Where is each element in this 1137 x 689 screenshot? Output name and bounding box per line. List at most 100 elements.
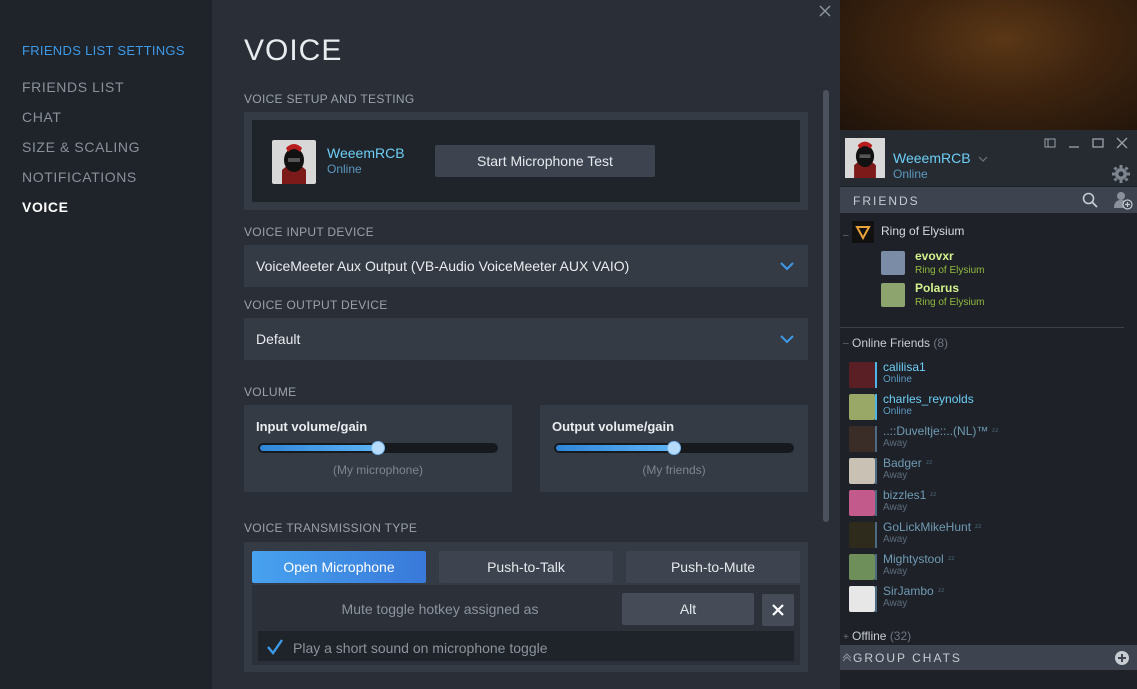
chevron-down-icon xyxy=(780,332,794,346)
voice-output-device-label: VOICE OUTPUT DEVICE xyxy=(244,298,388,312)
friend-status: Away xyxy=(883,470,908,481)
friend-status: Away xyxy=(883,566,908,577)
clear-hotkey-button[interactable] xyxy=(762,594,794,626)
close-icon xyxy=(772,604,784,616)
snooze-icon: ᶻᶻ xyxy=(992,426,999,436)
offline-header[interactable]: Offline (32) xyxy=(852,629,911,643)
status-indicator xyxy=(875,522,877,548)
friends-user-status: Online xyxy=(893,167,928,181)
avatar[interactable] xyxy=(881,251,905,275)
voice-input-device-dropdown[interactable]: VoiceMeeter Aux Output (VB-Audio VoiceMe… xyxy=(244,245,808,287)
close-icon[interactable] xyxy=(1116,137,1128,149)
friend-name[interactable]: evovxr xyxy=(915,249,954,263)
avatar[interactable] xyxy=(845,137,885,179)
collapse-icon[interactable]: – xyxy=(843,230,849,241)
divider xyxy=(840,327,1124,328)
settings-scrollbar[interactable] xyxy=(823,90,829,522)
chevron-up-icon[interactable] xyxy=(842,652,852,662)
online-friends-count: (8) xyxy=(933,336,949,350)
volume-label: VOLUME xyxy=(244,385,297,399)
collapse-icon[interactable]: – xyxy=(843,338,849,349)
start-microphone-test-button[interactable]: Start Microphone Test xyxy=(435,145,655,177)
sidebar-item-size-scaling[interactable]: SIZE & SCALING xyxy=(22,139,140,155)
add-friend-icon[interactable] xyxy=(1113,190,1133,210)
input-volume-knob[interactable] xyxy=(371,441,385,455)
avatar[interactable] xyxy=(849,458,875,484)
friend-name[interactable]: ..::Duveltje::..(NL)™ xyxy=(883,424,988,438)
game-group-title[interactable]: Ring of Elysium xyxy=(881,224,964,238)
output-volume-slider[interactable] xyxy=(554,441,794,455)
voice-output-device-value: Default xyxy=(256,331,301,347)
online-friends-header[interactable]: Online Friends (8) xyxy=(852,336,948,350)
friends-window: WeeemRCB Online FRIENDS – Ring of Elysiu… xyxy=(840,0,1137,689)
friend-name[interactable]: Badger xyxy=(883,456,922,470)
setup-user-name: WeeemRCB xyxy=(327,145,405,161)
desktop-background xyxy=(840,0,1137,130)
settings-window: FRIENDS LIST SETTINGS FRIENDS LIST CHAT … xyxy=(0,0,840,689)
settings-sidebar: FRIENDS LIST SETTINGS FRIENDS LIST CHAT … xyxy=(0,0,212,689)
avatar[interactable] xyxy=(849,554,875,580)
search-icon[interactable] xyxy=(1082,192,1098,208)
popout-icon[interactable] xyxy=(1044,137,1056,149)
voice-input-device-label: VOICE INPUT DEVICE xyxy=(244,225,374,239)
gear-icon[interactable] xyxy=(1111,164,1131,184)
sidebar-item-chat[interactable]: CHAT xyxy=(22,109,61,125)
status-indicator xyxy=(875,458,877,484)
group-chats-bar[interactable]: GROUP CHATS xyxy=(840,645,1137,670)
avatar[interactable] xyxy=(849,394,875,420)
expand-icon[interactable]: + xyxy=(843,632,849,643)
game-icon xyxy=(852,221,874,243)
open-microphone-button[interactable]: Open Microphone xyxy=(252,551,426,583)
avatar[interactable] xyxy=(849,490,875,516)
toggle-sound-label: Play a short sound on microphone toggle xyxy=(293,640,548,656)
output-volume-knob[interactable] xyxy=(667,441,681,455)
chevron-down-icon[interactable] xyxy=(978,154,988,164)
hotkey-label: Mute toggle hotkey assigned as xyxy=(341,601,539,617)
chevron-down-icon xyxy=(780,259,794,273)
input-volume-subtitle: (My microphone) xyxy=(332,463,424,477)
friend-name[interactable]: charles_reynolds xyxy=(883,392,974,406)
friend-name[interactable]: bizzles1 xyxy=(883,488,926,502)
input-volume-title: Input volume/gain xyxy=(256,419,368,434)
status-indicator xyxy=(875,490,877,516)
status-indicator xyxy=(875,362,877,388)
voice-transmission-label: VOICE TRANSMISSION TYPE xyxy=(244,521,418,535)
maximize-icon[interactable] xyxy=(1092,137,1104,149)
friend-status: Away xyxy=(883,534,908,545)
sidebar-item-friends-list[interactable]: FRIENDS LIST xyxy=(22,79,124,95)
avatar[interactable] xyxy=(849,426,875,452)
friend-name[interactable]: calilisa1 xyxy=(883,360,926,374)
friends-user-name[interactable]: WeeemRCB xyxy=(893,150,971,166)
status-indicator xyxy=(875,394,877,420)
voice-output-device-dropdown[interactable]: Default xyxy=(244,318,808,360)
push-to-talk-button[interactable]: Push-to-Talk xyxy=(439,551,613,583)
output-volume-fill xyxy=(556,445,674,451)
friends-tab-label[interactable]: FRIENDS xyxy=(853,194,920,208)
close-icon[interactable] xyxy=(818,4,834,20)
hotkey-assign-button[interactable]: Alt xyxy=(622,593,754,625)
avatar[interactable] xyxy=(849,586,875,612)
friend-name[interactable]: Polarus xyxy=(915,281,959,295)
sidebar-item-notifications[interactable]: NOTIFICATIONS xyxy=(22,169,137,185)
avatar[interactable] xyxy=(849,362,875,388)
setup-user-status: Online xyxy=(327,162,362,176)
sidebar-item-voice[interactable]: VOICE xyxy=(22,199,69,215)
friend-status: Away xyxy=(883,502,908,513)
minimize-icon[interactable] xyxy=(1068,137,1080,149)
friend-status: Ring of Elysium xyxy=(915,265,985,276)
friend-status: Online xyxy=(883,406,912,417)
checkmark-icon[interactable] xyxy=(266,638,284,656)
avatar[interactable] xyxy=(881,283,905,307)
avatar xyxy=(272,140,316,184)
input-volume-slider[interactable] xyxy=(258,441,498,455)
settings-sidebar-header: FRIENDS LIST SETTINGS xyxy=(22,43,185,58)
push-to-mute-button[interactable]: Push-to-Mute xyxy=(626,551,800,583)
friend-name[interactable]: Mightystool xyxy=(883,552,944,566)
friend-name[interactable]: GoLickMikeHunt xyxy=(883,520,971,534)
plus-icon[interactable] xyxy=(1114,650,1130,666)
friend-name[interactable]: SirJambo xyxy=(883,584,934,598)
snooze-icon: ᶻᶻ xyxy=(948,554,955,564)
page-title: VOICE xyxy=(244,34,343,67)
friend-status: Online xyxy=(883,374,912,385)
avatar[interactable] xyxy=(849,522,875,548)
